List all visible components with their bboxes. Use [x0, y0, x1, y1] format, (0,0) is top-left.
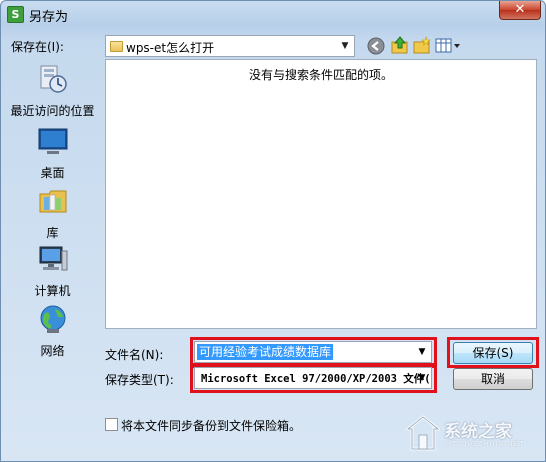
place-network[interactable]: 网络 — [6, 303, 99, 359]
save-highlight-box — [447, 337, 539, 368]
backup-label: 将本文件同步备份到文件保险箱。 — [121, 419, 302, 433]
wps-app-icon: S — [7, 6, 24, 23]
place-label: 最近访问的位置 — [10, 104, 95, 118]
place-label: 库 — [46, 226, 59, 240]
save-in-dropdown[interactable]: wps-et怎么打开 ▼ — [105, 35, 355, 57]
file-list[interactable]: 没有与搜索条件匹配的项。 — [105, 59, 537, 329]
network-icon — [40, 305, 65, 333]
save-as-dialog: S 另存为 ✕ 保存在(I): wps-et怎么打开 ▼ 最近访问的位置 桌面 … — [0, 0, 546, 462]
recent-places-icon — [40, 65, 67, 93]
filetype-label: 保存类型(T): — [105, 373, 174, 387]
current-folder-name: wps-et怎么打开 — [126, 41, 215, 55]
places-bar: 最近访问的位置 桌面 库 计算机 网络 — [6, 59, 99, 444]
view-menu-icon[interactable] — [435, 37, 461, 55]
dialog-title: 另存为 — [29, 10, 69, 25]
watermark-house-icon — [406, 415, 440, 451]
close-button[interactable]: ✕ — [499, 1, 541, 20]
place-desktop[interactable]: 桌面 — [6, 125, 99, 181]
place-label: 桌面 — [40, 166, 65, 180]
place-recent[interactable]: 最近访问的位置 — [6, 63, 99, 119]
watermark-text: 系统之家 — [444, 422, 512, 442]
watermark-subtext: XITONGZHIJIA.NET — [444, 440, 525, 448]
cancel-button[interactable]: 取消 — [453, 368, 533, 390]
filetype-highlight-box — [190, 363, 437, 393]
backup-checkbox[interactable] — [105, 418, 118, 431]
place-library[interactable]: 库 — [6, 185, 99, 241]
up-folder-icon[interactable] — [391, 36, 409, 54]
desktop-icon — [38, 128, 67, 154]
back-icon[interactable] — [367, 37, 385, 55]
title-bar: S 另存为 ✕ — [1, 1, 545, 27]
place-computer[interactable]: 计算机 — [6, 243, 99, 299]
new-folder-icon[interactable] — [413, 36, 431, 54]
computer-icon — [39, 246, 67, 271]
empty-message: 没有与搜索条件匹配的项。 — [248, 68, 393, 82]
library-icon — [39, 190, 66, 213]
chevron-down-icon[interactable]: ▼ — [338, 38, 352, 54]
filename-label: 文件名(N): — [105, 348, 164, 362]
watermark: 系统之家 XITONGZHIJIA.NET — [402, 413, 537, 457]
place-label: 网络 — [40, 344, 65, 358]
folder-icon — [110, 41, 123, 52]
save-in-label: 保存在(I): — [11, 40, 64, 54]
place-label: 计算机 — [34, 284, 71, 298]
